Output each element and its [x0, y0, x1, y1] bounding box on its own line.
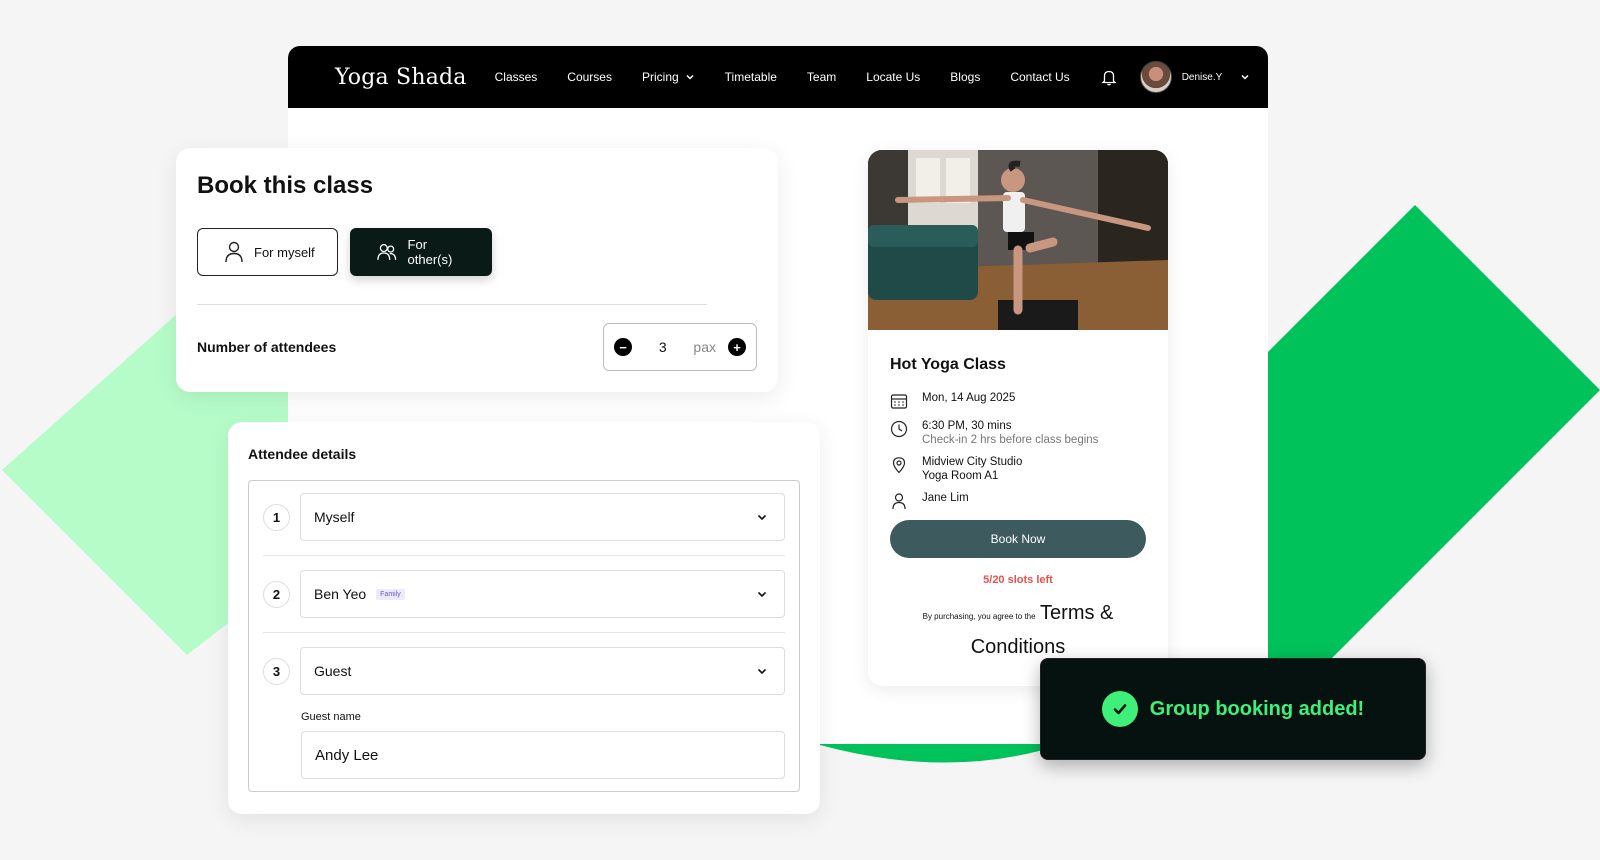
- terms-text: By purchasing, you agree to the Terms & …: [890, 598, 1146, 664]
- relation-tag: Family: [376, 588, 405, 600]
- clock-icon: [890, 420, 908, 438]
- nav-user-area: Denise.Y: [1100, 61, 1251, 93]
- nav-timetable[interactable]: Timetable: [725, 70, 777, 84]
- book-class-card: Book this class For myself For other(s) …: [176, 148, 778, 392]
- success-toast: Group booking added!: [1040, 658, 1426, 760]
- class-location-row: Midview City Studio Yoga Room A1: [890, 456, 1146, 482]
- for-myself-button[interactable]: For myself: [197, 228, 338, 276]
- chevron-down-icon[interactable]: [1240, 72, 1250, 82]
- guest-name-label: Guest name: [301, 711, 361, 723]
- nav-locate-us[interactable]: Locate Us: [866, 70, 920, 84]
- attendee-details-card: Attendee details 1 Myself 2 Ben Yeo Fami…: [228, 422, 820, 814]
- slots-left: 5/20 slots left: [983, 574, 1053, 586]
- book-title: Book this class: [197, 172, 374, 199]
- attendee-name: Myself: [314, 509, 355, 525]
- attendee-name: Ben Yeo: [314, 586, 367, 602]
- details-title: Attendee details: [248, 446, 357, 462]
- people-icon: [377, 244, 397, 260]
- person-icon: [225, 241, 243, 263]
- nav-team[interactable]: Team: [807, 70, 836, 84]
- class-details: Hot Yoga Class Mon, 14 Aug 2025 6:30 PM,…: [868, 330, 1168, 686]
- class-instructor: Jane Lim: [922, 492, 969, 504]
- booking-type-toggle: For myself For other(s): [197, 228, 757, 276]
- attendee-number: 3: [263, 657, 290, 685]
- terms-prefix: By purchasing, you agree to the: [922, 612, 1036, 621]
- for-myself-label: For myself: [254, 244, 315, 260]
- nav-pricing[interactable]: Pricing: [642, 70, 695, 84]
- class-date-row: Mon, 14 Aug 2025: [890, 392, 1146, 410]
- class-photo: [868, 150, 1168, 330]
- attendee-name: Guest: [314, 663, 352, 679]
- increment-button[interactable]: +: [728, 338, 746, 356]
- class-time-row: 6:30 PM, 30 mins Check-in 2 hrs before cl…: [890, 420, 1146, 446]
- nav-classes[interactable]: Classes: [495, 70, 538, 84]
- chevron-down-icon: [757, 591, 767, 598]
- for-others-button[interactable]: For other(s): [350, 228, 492, 276]
- avatar[interactable]: [1139, 61, 1172, 93]
- attendee-number: 2: [263, 580, 290, 608]
- bell-icon[interactable]: [1100, 68, 1118, 86]
- chevron-down-icon: [757, 668, 767, 675]
- guest-name-input[interactable]: Andy Lee: [301, 731, 785, 779]
- attendee-list: 1 Myself 2 Ben Yeo Family 3 Guest Guest …: [248, 480, 800, 792]
- class-studio: Midview City Studio: [922, 456, 1023, 468]
- person-icon: [892, 493, 906, 510]
- attendee-separator: [263, 632, 785, 633]
- logo[interactable]: Yoga Shada: [335, 65, 467, 90]
- nav-links: Classes Courses Pricing Timetable Team L…: [495, 70, 1100, 84]
- class-checkin: Check-in 2 hrs before class begins: [922, 434, 1099, 446]
- attendee-count-row: Number of attendees − 3 pax +: [197, 323, 757, 371]
- class-instructor-row: Jane Lim: [890, 492, 1146, 510]
- attendee-select[interactable]: Guest: [300, 647, 785, 695]
- class-title: Hot Yoga Class: [890, 356, 1006, 373]
- class-date: Mon, 14 Aug 2025: [922, 392, 1016, 404]
- check-circle-icon: [1101, 691, 1138, 727]
- location-pin-icon: [892, 457, 906, 474]
- toast-message: Group booking added!: [1149, 697, 1365, 720]
- attendee-stepper: − 3 pax +: [603, 323, 757, 371]
- attendee-number: 1: [263, 503, 290, 531]
- attendee-count[interactable]: 3: [642, 339, 683, 355]
- user-name[interactable]: Denise.Y: [1182, 72, 1223, 83]
- nav-contact-us[interactable]: Contact Us: [1010, 70, 1069, 84]
- attendees-label: Number of attendees: [197, 339, 337, 355]
- calendar-icon: [890, 394, 908, 409]
- class-time: 6:30 PM, 30 mins: [922, 420, 1012, 432]
- attendee-select[interactable]: Myself: [300, 493, 785, 541]
- divider: [197, 304, 707, 305]
- decrement-button[interactable]: −: [614, 338, 632, 356]
- class-card: Hot Yoga Class Mon, 14 Aug 2025 6:30 PM,…: [868, 150, 1168, 686]
- attendee-item: 2 Ben Yeo Family: [263, 570, 785, 618]
- navbar: Yoga Shada Classes Courses Pricing Timet…: [288, 46, 1268, 108]
- attendee-select[interactable]: Ben Yeo Family: [300, 570, 785, 618]
- attendee-item: 1 Myself: [263, 493, 785, 541]
- yoga-photo-illustration: [868, 150, 1168, 330]
- class-room: Yoga Room A1: [922, 470, 999, 482]
- attendee-separator: [263, 555, 785, 556]
- chevron-down-icon: [757, 514, 767, 521]
- chevron-down-icon: [686, 74, 694, 80]
- for-others-label: For other(s): [407, 237, 453, 267]
- nav-pricing-label: Pricing: [641, 70, 679, 84]
- book-now-button[interactable]: Book Now: [890, 520, 1146, 558]
- nav-blogs[interactable]: Blogs: [950, 70, 980, 84]
- nav-courses[interactable]: Courses: [567, 70, 612, 84]
- attendee-item: 3 Guest: [263, 647, 785, 695]
- terms-link[interactable]: Terms & Conditions: [971, 602, 1114, 658]
- attendee-unit: pax: [693, 339, 716, 355]
